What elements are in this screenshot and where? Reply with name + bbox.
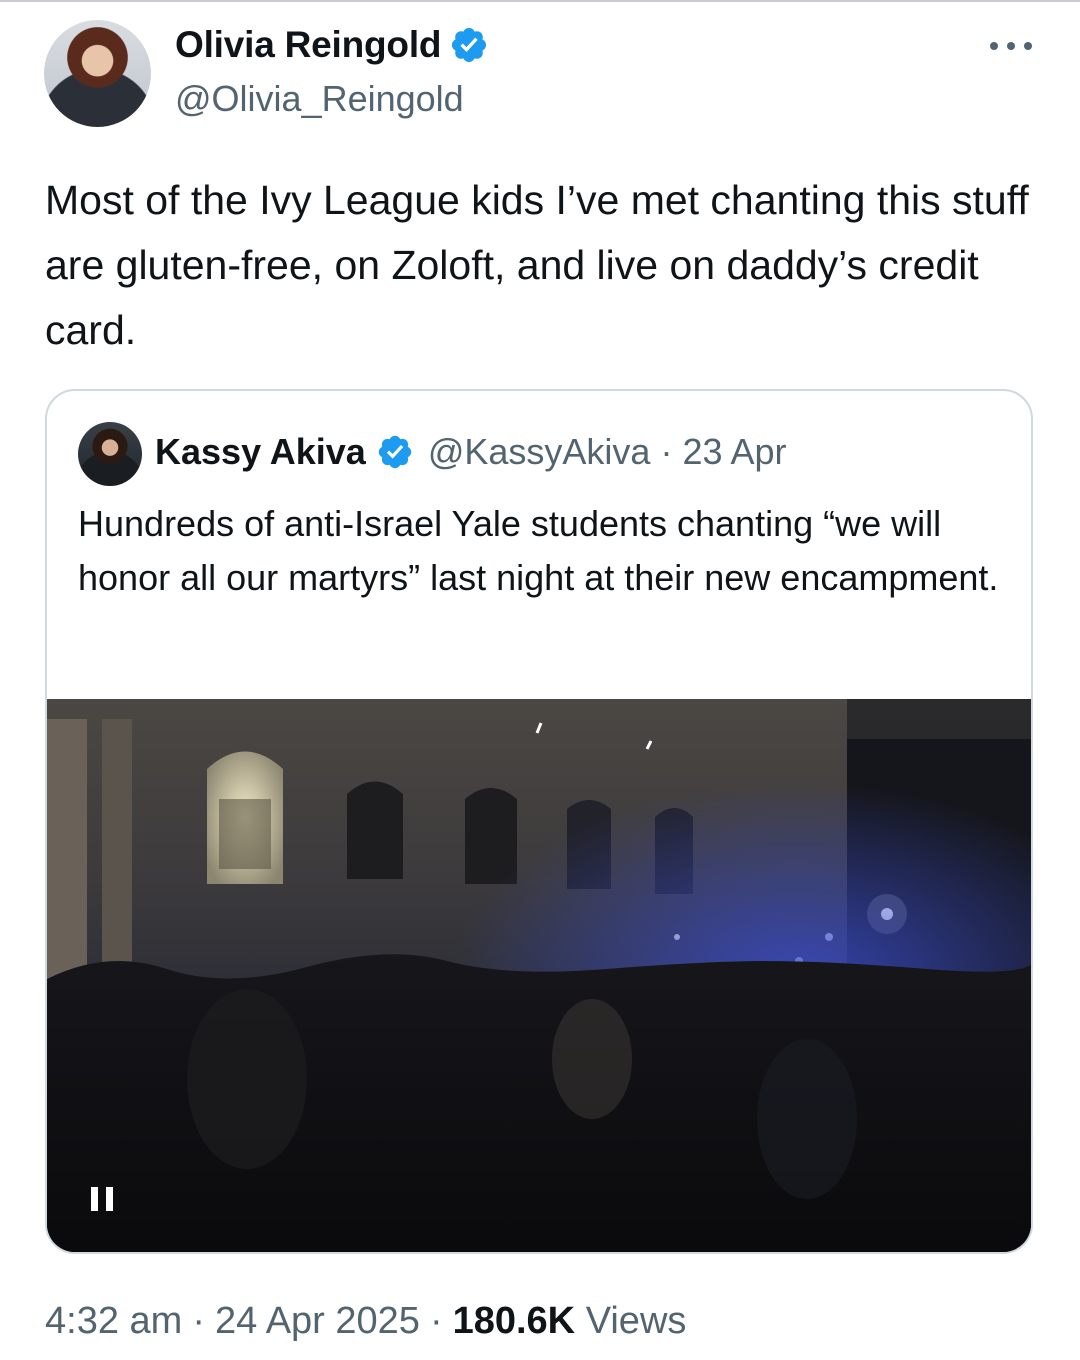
pause-bar: [106, 1187, 113, 1211]
separator-dot: ·: [192, 1300, 205, 1342]
separator-dot: ·: [660, 431, 673, 472]
tweet-meta: 4:32 am · 24 Apr 2025 · 180.6K Views: [45, 1300, 686, 1343]
verified-badge-icon: [452, 27, 487, 63]
video-frame-image: [47, 699, 1031, 1252]
quoted-text: Hundreds of anti-Israel Yale students ch…: [78, 503, 999, 598]
quoted-header: Kassy Akiva @KassyAkiva · 23 Apr: [155, 431, 787, 473]
quoted-author-handle[interactable]: @KassyAkiva: [428, 431, 651, 473]
more-dot: [1024, 42, 1032, 50]
pause-bar: [91, 1187, 98, 1211]
more-dot: [1007, 42, 1015, 50]
views-count[interactable]: 180.6K: [453, 1300, 576, 1342]
quoted-author-name[interactable]: Kassy Akiva: [155, 431, 366, 473]
more-dot: [990, 42, 998, 50]
more-options-icon[interactable]: [990, 38, 1032, 54]
pause-icon[interactable]: [91, 1187, 113, 1211]
author-name[interactable]: Olivia Reingold: [175, 24, 442, 66]
tweet-date[interactable]: 24 Apr 2025: [215, 1300, 420, 1342]
author-handle[interactable]: @Olivia_Reingold: [175, 78, 464, 120]
tweet-time[interactable]: 4:32 am: [45, 1300, 182, 1342]
views-label: Views: [585, 1300, 687, 1342]
quoted-tweet-card[interactable]: Kassy Akiva @KassyAkiva · 23 Apr Hundred…: [45, 389, 1033, 1254]
author-avatar[interactable]: [44, 20, 151, 127]
verified-badge-icon: [378, 435, 412, 469]
video-player[interactable]: [47, 699, 1031, 1252]
quoted-date[interactable]: 23 Apr: [682, 431, 786, 473]
author-name-row[interactable]: Olivia Reingold: [175, 24, 489, 66]
separator-dot: ·: [429, 1300, 443, 1342]
quoted-author-avatar[interactable]: [78, 422, 142, 486]
top-divider: [0, 0, 1080, 2]
tweet-text: Most of the Ivy League kids I’ve met cha…: [45, 177, 1029, 353]
